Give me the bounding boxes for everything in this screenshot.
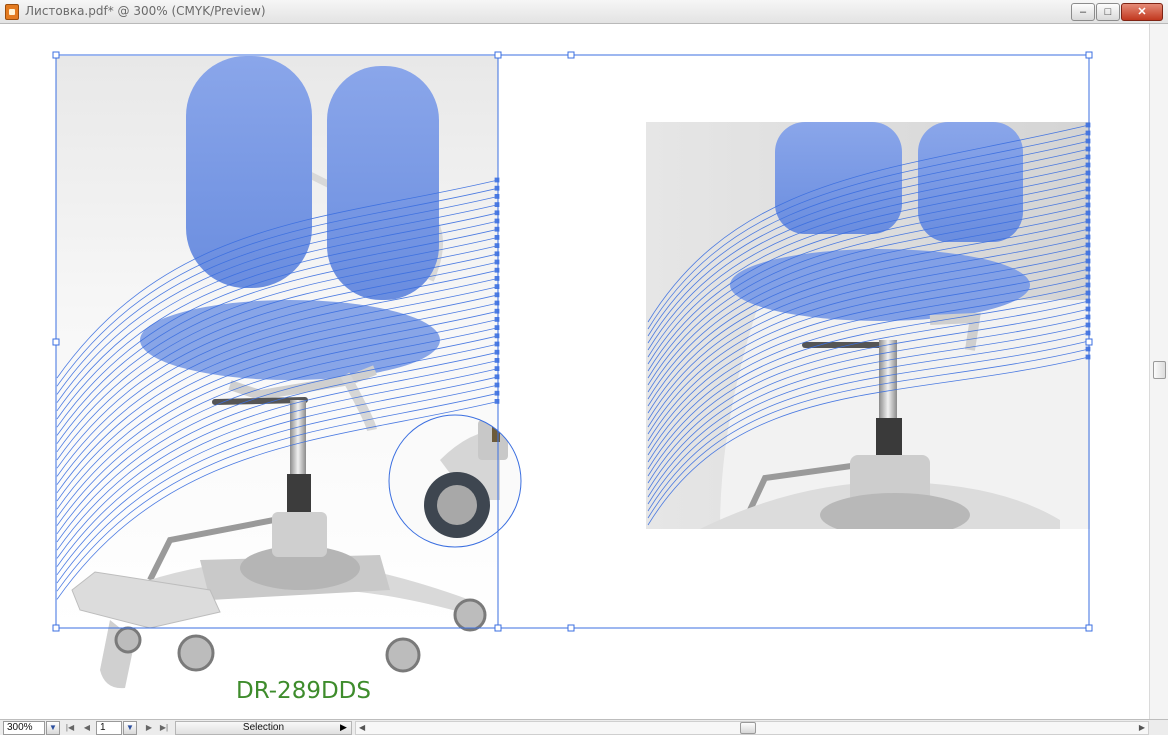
minimize-button[interactable]: – <box>1071 3 1095 21</box>
prev-page-icon[interactable]: ◀ <box>82 722 92 734</box>
artwork-svg: DR-289DDS <box>52 51 1093 704</box>
scroll-right-icon[interactable]: ▶ <box>1139 722 1145 734</box>
status-bar: 300% ▼ |◀ ◀ 1 ▼ ▶ ▶| Selection ▶ ◀ ▶ <box>0 719 1168 735</box>
current-tool-field[interactable]: Selection <box>175 721 352 735</box>
right-chair-image <box>646 122 1090 529</box>
window-title-bar: Листовка.pdf* @ 300% (CMYK/Preview) – □ … <box>0 0 1168 24</box>
play-arrow-icon[interactable]: ▶ <box>340 722 347 733</box>
vertical-scroll-thumb[interactable] <box>1153 361 1166 379</box>
page-number-field[interactable]: 1 <box>96 721 122 735</box>
zoom-level-field[interactable]: 300% <box>3 721 45 735</box>
illustrator-doc-icon <box>5 4 19 20</box>
close-button[interactable]: ✕ <box>1121 3 1163 21</box>
maximize-button[interactable]: □ <box>1096 3 1120 21</box>
window-title: Листовка.pdf* @ 300% (CMYK/Preview) <box>25 4 266 18</box>
horizontal-scrollbar[interactable]: ◀ ▶ <box>355 721 1149 735</box>
next-page-icon[interactable]: ▶ <box>144 722 154 734</box>
document-canvas[interactable]: DR-289DDS <box>0 24 1149 719</box>
last-page-icon[interactable]: ▶| <box>159 722 169 734</box>
chevron-down-icon[interactable]: ▼ <box>46 721 60 735</box>
vertical-scrollbar[interactable] <box>1149 24 1168 719</box>
horizontal-scroll-thumb[interactable] <box>740 722 756 734</box>
product-model-label: DR-289DDS <box>236 678 371 704</box>
page-dropdown-chevron-icon[interactable]: ▼ <box>123 721 137 735</box>
scroll-left-icon[interactable]: ◀ <box>359 722 365 734</box>
first-page-icon[interactable]: |◀ <box>65 722 75 734</box>
